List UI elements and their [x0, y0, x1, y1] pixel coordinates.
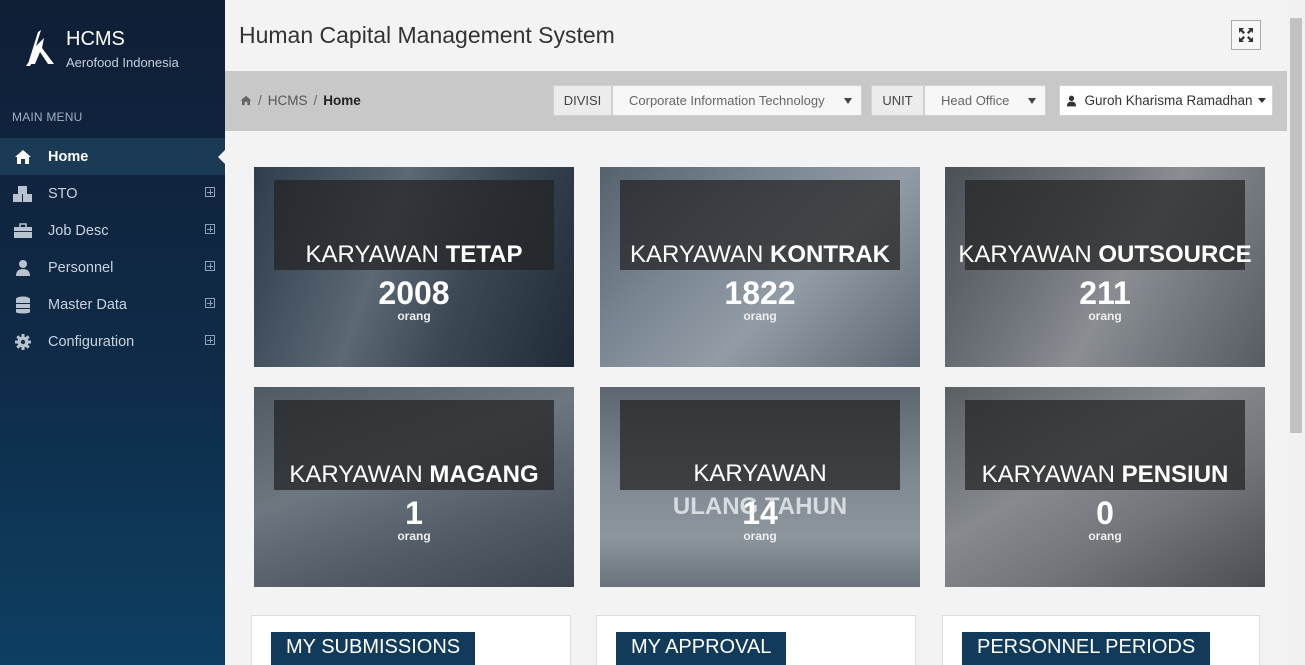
gear-icon [12, 333, 34, 351]
breadcrumb-separator: / [313, 93, 318, 108]
divisi-select[interactable]: Corporate Information Technology [612, 85, 862, 116]
user-icon [1067, 95, 1077, 106]
card-unit: orang [1088, 309, 1122, 323]
sidebar-item-home[interactable]: Home [0, 138, 225, 175]
expand-icon[interactable] [205, 224, 215, 234]
divisi-value: Corporate Information Technology [629, 93, 825, 108]
scrollbar-thumb[interactable] [1290, 18, 1302, 433]
card-count: 0 [1096, 495, 1114, 531]
card-count: 1822 [724, 275, 796, 311]
toolbar: / HCMS / Home DIVISI Corporate Informati… [225, 71, 1287, 131]
aerofood-logo-icon [26, 30, 54, 66]
sidebar-item-label: Personnel [48, 259, 114, 276]
main-menu: Home STO Job Desc Personnel Master Data … [0, 138, 225, 360]
card-title: KARYAWAN OUTSOURCE [958, 241, 1252, 268]
sidebar-item-label: Master Data [48, 296, 127, 313]
breadcrumb: / HCMS / Home [240, 93, 361, 108]
breadcrumb-root[interactable]: HCMS [268, 93, 308, 108]
company-name: Aerofood Indonesia [66, 55, 179, 70]
divisi-label: DIVISI [553, 85, 612, 116]
sidebar-item-label: STO [48, 185, 78, 202]
expand-icon[interactable] [205, 187, 215, 197]
card-unit: orang [397, 309, 431, 323]
expand-icon [1239, 28, 1253, 42]
database-icon [12, 296, 34, 314]
breadcrumb-current: Home [323, 93, 361, 108]
card-title: KARYAWAN TETAP [305, 241, 523, 268]
panel-title[interactable]: PERSONNEL PERIODS [962, 632, 1211, 665]
card-title: KARYAWAN PENSIUN [981, 461, 1229, 488]
scrollbar[interactable] [1287, 0, 1305, 665]
caret-down-icon [1257, 98, 1266, 103]
page-title: Human Capital Management System [239, 22, 615, 48]
card-unit: orang [397, 529, 431, 543]
user-icon [12, 259, 34, 277]
sidebar-item-sto[interactable]: STO [0, 175, 225, 212]
brand[interactable]: HCMS Aerofood Indonesia [24, 26, 179, 70]
sidebar-item-master-data[interactable]: Master Data [0, 286, 225, 323]
card-title: KARYAWAN KONTRAK [629, 241, 891, 268]
card-karyawan-pensiun[interactable]: KARYAWAN PENSIUN 0 orang [945, 387, 1265, 587]
expand-icon[interactable] [205, 298, 215, 308]
sidebar-item-label: Home [48, 148, 89, 165]
expand-icon[interactable] [205, 335, 215, 345]
sidebar-item-job-desc[interactable]: Job Desc [0, 212, 225, 249]
card-karyawan-magang[interactable]: KARYAWAN MAGANG 1 orang [254, 387, 574, 587]
panel-my-approval: MY APPROVAL [596, 615, 916, 665]
sidebar: HCMS Aerofood Indonesia MAIN MENU Home S… [0, 0, 225, 665]
home-icon [12, 148, 34, 166]
unit-select[interactable]: Head Office [924, 85, 1046, 116]
sidebar-item-label: Job Desc [48, 222, 109, 239]
chevron-down-icon [1028, 98, 1036, 104]
panel-title[interactable]: MY APPROVAL [616, 632, 787, 665]
panel-title[interactable]: MY SUBMISSIONS [271, 632, 476, 665]
card-title: KARYAWAN MAGANG [289, 461, 539, 488]
unit-value: Head Office [941, 93, 1010, 108]
menu-heading: MAIN MENU [12, 110, 83, 124]
card-count: 14 [742, 495, 778, 531]
home-icon[interactable] [240, 95, 252, 106]
user-menu-button[interactable]: Guroh Kharisma Ramadhan [1059, 85, 1273, 116]
card-karyawan-outsource[interactable]: KARYAWAN OUTSOURCE 211 orang [945, 167, 1265, 367]
fullscreen-button[interactable] [1231, 20, 1261, 50]
panel-my-submissions: MY SUBMISSIONS [251, 615, 571, 665]
card-karyawan-kontrak[interactable]: KARYAWAN KONTRAK 1822 orang [600, 167, 920, 367]
expand-icon[interactable] [205, 261, 215, 271]
panel-personnel-periods: PERSONNEL PERIODS [942, 615, 1260, 665]
sidebar-item-personnel[interactable]: Personnel [0, 249, 225, 286]
sidebar-item-label: Configuration [48, 333, 135, 350]
user-name: Guroh Kharisma Ramadhan [1084, 93, 1253, 108]
card-unit: orang [743, 309, 777, 323]
unit-label: UNIT [871, 85, 924, 116]
app-name: HCMS [66, 28, 125, 50]
sidebar-item-configuration[interactable]: Configuration [0, 323, 225, 360]
card-karyawan-ulang-tahun[interactable]: KARYAWAN ULANG TAHUN 14 orang [600, 387, 920, 587]
card-unit: orang [1088, 529, 1122, 543]
card-count: 211 [1079, 275, 1131, 311]
breadcrumb-separator: / [258, 93, 262, 108]
card-count: 2008 [378, 275, 450, 311]
card-karyawan-tetap[interactable]: KARYAWAN TETAP 2008 orang [254, 167, 574, 367]
briefcase-icon [12, 222, 34, 240]
card-count: 1 [405, 495, 423, 531]
cubes-icon [12, 185, 34, 203]
card-unit: orang [743, 529, 777, 543]
chevron-down-icon [844, 98, 852, 104]
